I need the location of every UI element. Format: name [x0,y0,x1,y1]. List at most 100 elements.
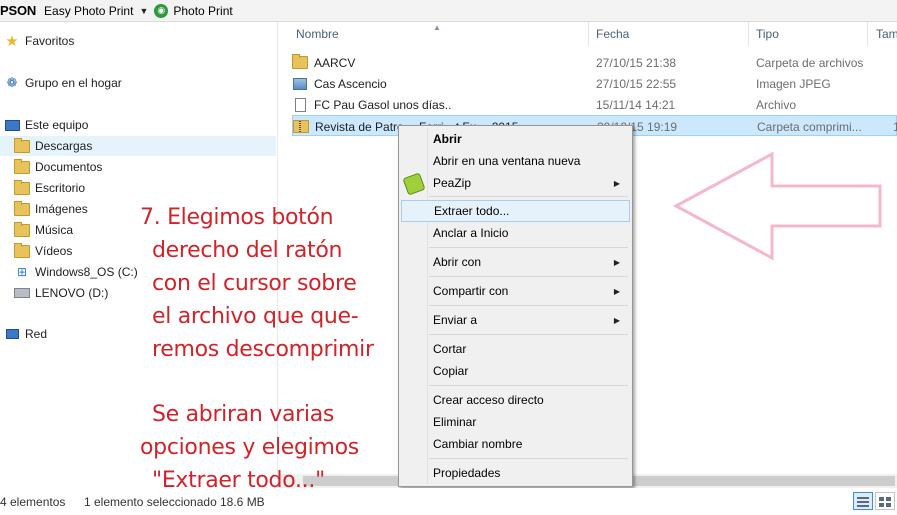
menu-separator [429,305,628,306]
menu-item-share-with[interactable]: Compartir con ▶ [401,280,630,302]
zip-folder-icon [293,120,309,134]
menu-item-copy[interactable]: Copiar [401,360,630,382]
nav-item-label: Imágenes [35,202,88,216]
pink-arrow-annotation [672,151,882,261]
details-view-button[interactable] [853,492,873,510]
menu-item-properties[interactable]: Propiedades [401,462,630,484]
file-icon [292,97,308,112]
chevron-down-icon[interactable]: ▼ [139,6,148,16]
submenu-arrow-icon: ▶ [613,178,620,188]
network-icon [4,327,20,341]
column-header-type[interactable]: Tipo [756,22,779,46]
nav-item-label: LENOVO (D:) [35,286,109,300]
annotation-line: el archivo que que- [152,304,359,329]
submenu-arrow-icon: ▶ [613,315,620,325]
submenu-arrow-icon: ▶ [613,257,620,267]
nav-item-label: Documentos [35,160,103,174]
column-separator[interactable] [867,22,868,46]
nav-item-descargas[interactable]: Descargas [0,136,276,156]
nav-homegroup[interactable]: ❁ Grupo en el hogar [4,73,122,93]
status-selection: 1 elemento seleccionado [84,495,217,509]
menu-separator [429,334,628,335]
photo-print-button[interactable]: Photo Print [173,4,232,18]
nav-item-imagenes[interactable]: Imágenes [14,199,88,219]
annotation-line: opciones y elegimos [140,435,359,460]
menu-item-open-new-window[interactable]: Abrir en una ventana nueva [401,150,630,172]
nav-item-escritorio[interactable]: Escritorio [14,178,85,198]
annotation-line: 7. Elegimos botón [140,205,334,230]
music-folder-icon [14,221,30,237]
file-name: Cas Ascencio [314,76,387,91]
menu-item-create-shortcut[interactable]: Crear acceso directo [401,389,630,411]
file-type: Imagen JPEG [756,76,831,91]
image-icon [292,77,308,91]
nav-item-label: Escritorio [35,181,86,195]
nav-item-documentos[interactable]: Documentos [14,157,102,177]
nav-item-label: Windows8_OS (C:) [35,265,138,279]
file-row[interactable]: Cas Ascencio 27/10/15 22:55 Imagen JPEG [292,73,897,94]
desktop-folder-icon [14,179,30,195]
context-menu: Abrir Abrir en una ventana nueva PeaZip ▶… [398,125,633,487]
menu-separator [429,458,628,459]
photo-print-icon[interactable]: ◉ [154,3,169,18]
annotation-line: Se abriran varias [152,402,335,427]
nav-item-musica[interactable]: Música [14,220,73,240]
status-size: 18.6 MB [220,495,265,509]
menu-item-rename[interactable]: Cambiar nombre [401,433,630,455]
column-header-name[interactable]: Nombre [296,22,339,46]
sort-up-icon: ▲ [433,23,441,32]
file-type: Carpeta de archivos [756,55,864,70]
submenu-arrow-icon: ▶ [613,286,620,296]
downloads-folder-icon [14,137,30,153]
status-item-count: 4 elementos [0,495,66,509]
file-name: FC Pau Gasol unos días.. [314,97,452,112]
column-header-bar: ▲ Nombre Fecha Tipo Tam [287,22,897,46]
menu-item-peazip[interactable]: PeaZip ▶ [401,172,630,196]
menu-separator [429,276,628,277]
nav-network[interactable]: Red [4,324,47,344]
nav-this-pc-label: Este equipo [25,118,89,132]
large-icons-view-button[interactable] [875,492,895,510]
status-bar: 4 elementos 1 elemento seleccionado 18.6… [0,488,897,515]
menu-separator [429,196,628,197]
file-name: AARCV [314,55,356,70]
annotation-line: remos descomprimir [152,337,374,362]
column-header-size[interactable]: Tam [876,22,897,46]
nav-item-label: Descargas [35,139,93,153]
column-separator[interactable] [588,22,589,46]
nav-network-label: Red [25,327,48,341]
file-row[interactable]: AARCV 27/10/15 21:38 Carpeta de archivos [292,52,897,73]
drive-icon [14,286,30,300]
menu-item-cut[interactable]: Cortar [401,338,630,360]
file-date: 15/11/14 14:21 [596,97,676,112]
star-icon: ★ [5,33,19,50]
nav-favorites-label: Favoritos [25,34,75,48]
nav-item-label: Vídeos [35,244,73,258]
menu-item-open-with[interactable]: Abrir con ▶ [401,251,630,273]
epson-brand: PSON [0,3,37,18]
nav-item-drive-c[interactable]: ⊞ Windows8_OS (C:) [14,262,138,282]
nav-favorites[interactable]: ★ Favoritos [4,31,74,51]
menu-item-extract-all[interactable]: Extraer todo... [401,200,630,222]
nav-this-pc[interactable]: Este equipo [4,115,88,135]
menu-item-send-to[interactable]: Enviar a ▶ [401,309,630,331]
file-date: 27/10/15 21:38 [596,55,677,70]
column-header-date[interactable]: Fecha [596,22,629,46]
nav-homegroup-label: Grupo en el hogar [25,76,122,90]
menu-item-delete[interactable]: Eliminar [401,411,630,433]
homegroup-icon: ❁ [6,75,18,90]
file-row[interactable]: FC Pau Gasol unos días.. 15/11/14 14:21 … [292,94,897,115]
nav-item-videos[interactable]: Vídeos [14,241,72,261]
file-date: 27/10/15 22:55 [596,76,677,91]
column-separator[interactable] [748,22,749,46]
videos-folder-icon [14,242,30,258]
computer-icon [4,118,20,132]
nav-item-drive-d[interactable]: LENOVO (D:) [14,283,108,303]
app-toolbar: PSON Easy Photo Print ▼ ◉ Photo Print [0,0,897,22]
menu-separator [429,385,628,386]
easy-photo-print-button[interactable]: Easy Photo Print [44,4,133,18]
documents-folder-icon [14,158,30,174]
menu-item-open[interactable]: Abrir [401,128,630,150]
menu-separator [429,247,628,248]
menu-item-pin-start[interactable]: Anclar a Inicio [401,222,630,244]
